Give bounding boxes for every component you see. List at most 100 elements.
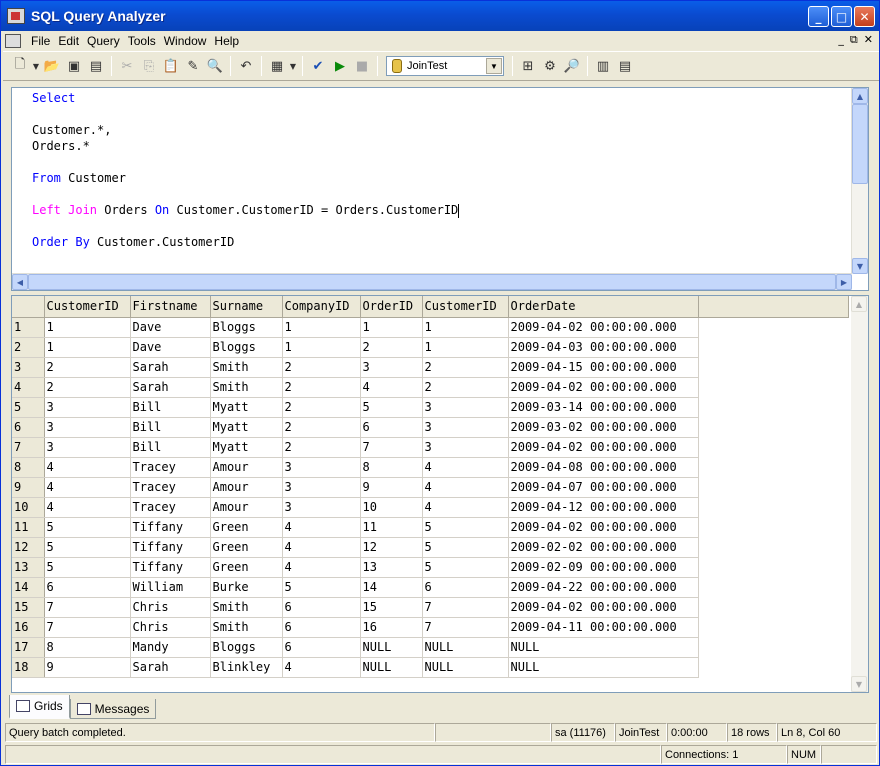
table-cell[interactable]: NULL xyxy=(508,657,699,678)
table-cell[interactable]: 3 xyxy=(44,397,131,418)
table-row[interactable]: 18 9 Sarah Blinkley 4 NULL NULL NULL xyxy=(12,657,848,678)
table-cell[interactable]: 2009-03-14 00:00:00.000 xyxy=(508,397,699,418)
table-cell[interactable]: 1 xyxy=(360,317,423,338)
row-header[interactable]: 16 xyxy=(12,617,45,638)
table-row[interactable]: 12 5 Tiffany Green 4 12 5 2009-02-02 00:00:00.0… xyxy=(12,537,848,558)
object-search-icon[interactable]: 🔎 xyxy=(561,55,583,77)
table-cell[interactable]: 3 xyxy=(422,437,509,458)
save-icon[interactable]: ▣ xyxy=(63,55,85,77)
table-cell[interactable]: 2009-04-02 00:00:00.000 xyxy=(508,377,699,398)
table-cell[interactable]: 5 xyxy=(422,537,509,558)
table-cell[interactable]: 6 xyxy=(360,417,423,438)
menu-file[interactable]: File xyxy=(27,34,54,48)
table-cell[interactable]: Bill xyxy=(130,397,211,418)
stop-icon[interactable]: ■ xyxy=(351,55,373,77)
scroll-left-icon[interactable]: ◀ xyxy=(12,274,28,290)
table-cell[interactable]: 5 xyxy=(44,537,131,558)
row-header[interactable]: 11 xyxy=(12,517,45,538)
table-row[interactable]: 10 4 Tracey Amour 3 10 4 2009-04-12 00:00:00.00… xyxy=(12,497,848,518)
row-header[interactable]: 18 xyxy=(12,657,45,678)
table-cell[interactable]: 2009-04-02 00:00:00.000 xyxy=(508,517,699,538)
column-header[interactable]: CustomerID xyxy=(422,296,509,318)
maximize-button[interactable]: □ xyxy=(831,6,852,27)
scroll-up-icon[interactable]: ▲ xyxy=(852,88,868,104)
row-header[interactable]: 15 xyxy=(12,597,45,618)
table-cell[interactable]: 14 xyxy=(360,577,423,598)
table-cell[interactable]: 7 xyxy=(422,617,509,638)
table-cell[interactable]: Bloggs xyxy=(210,337,283,358)
table-cell[interactable]: Tracey xyxy=(130,477,211,498)
table-cell[interactable]: 2009-04-02 00:00:00.000 xyxy=(508,437,699,458)
table-cell[interactable]: NULL xyxy=(422,657,509,678)
table-cell[interactable]: 6 xyxy=(282,597,361,618)
table-row[interactable]: 2 1 Dave Bloggs 1 2 1 2009-04-03 00:00:00.000 xyxy=(12,337,848,358)
table-cell[interactable]: 3 xyxy=(282,497,361,518)
table-cell[interactable]: Bill xyxy=(130,417,211,438)
table-cell[interactable]: 2009-04-02 00:00:00.000 xyxy=(508,317,699,338)
table-cell[interactable]: 2009-04-08 00:00:00.000 xyxy=(508,457,699,478)
table-cell[interactable]: Sarah xyxy=(130,377,211,398)
open-folder-icon[interactable]: 📂 xyxy=(41,55,63,77)
table-cell[interactable]: 15 xyxy=(360,597,423,618)
table-cell[interactable]: 2009-04-12 00:00:00.000 xyxy=(508,497,699,518)
execution-plan-icon[interactable]: ⊞ xyxy=(517,55,539,77)
table-cell[interactable]: 3 xyxy=(282,477,361,498)
table-cell[interactable]: Smith xyxy=(210,377,283,398)
row-header[interactable]: 6 xyxy=(12,417,45,438)
table-cell[interactable]: 5 xyxy=(44,517,131,538)
table-cell[interactable]: 2 xyxy=(44,377,131,398)
results-grid-icon[interactable]: ▦ xyxy=(266,55,288,77)
table-cell[interactable]: 2009-04-11 00:00:00.000 xyxy=(508,617,699,638)
table-cell[interactable]: 16 xyxy=(360,617,423,638)
table-cell[interactable]: 2 xyxy=(282,377,361,398)
table-cell[interactable]: 3 xyxy=(44,417,131,438)
menu-window[interactable]: Window xyxy=(160,34,211,48)
table-cell[interactable]: Amour xyxy=(210,457,283,478)
table-cell[interactable]: 4 xyxy=(44,477,131,498)
table-cell[interactable]: 4 xyxy=(282,517,361,538)
table-cell[interactable]: 2009-04-22 00:00:00.000 xyxy=(508,577,699,598)
query-editor[interactable]: Select Customer.*, Orders.* From Customer Le… xyxy=(11,87,869,291)
table-cell[interactable]: 3 xyxy=(282,457,361,478)
table-cell[interactable]: 4 xyxy=(422,457,509,478)
table-row[interactable]: 9 4 Tracey Amour 3 9 4 2009-04-07 00:00:00.000 xyxy=(12,477,848,498)
table-cell[interactable]: 1 xyxy=(422,317,509,338)
row-header[interactable]: 13 xyxy=(12,557,45,578)
table-row[interactable]: 8 4 Tracey Amour 3 8 4 2009-04-08 00:00:00.000 xyxy=(12,457,848,478)
table-cell[interactable]: Green xyxy=(210,517,283,538)
row-header[interactable]: 17 xyxy=(12,637,45,658)
row-header[interactable]: 2 xyxy=(12,337,45,358)
scroll-thumb[interactable] xyxy=(28,274,836,290)
table-cell[interactable]: 8 xyxy=(360,457,423,478)
table-cell[interactable]: 3 xyxy=(360,357,423,378)
minimize-button[interactable]: _ xyxy=(808,6,829,27)
table-cell[interactable]: 7 xyxy=(44,597,131,618)
index-tuning-icon[interactable]: ⚙ xyxy=(539,55,561,77)
scroll-down-icon[interactable]: ▼ xyxy=(852,258,868,274)
table-row[interactable]: 6 3 Bill Myatt 2 6 3 2009-03-02 00:00:00.000 xyxy=(12,417,848,438)
table-cell[interactable]: 2009-04-07 00:00:00.000 xyxy=(508,477,699,498)
table-cell[interactable]: William xyxy=(130,577,211,598)
table-cell[interactable]: 4 xyxy=(282,657,361,678)
table-row[interactable]: 11 5 Tiffany Green 4 11 5 2009-04-02 00:00:00.0… xyxy=(12,517,848,538)
table-cell[interactable]: 5 xyxy=(422,517,509,538)
row-header[interactable]: 12 xyxy=(12,537,45,558)
cut-icon[interactable]: ✂ xyxy=(116,55,138,77)
table-cell[interactable]: 4 xyxy=(282,537,361,558)
table-cell[interactable]: 9 xyxy=(360,477,423,498)
table-cell[interactable]: NULL xyxy=(508,637,699,658)
table-cell[interactable]: 2009-04-15 00:00:00.000 xyxy=(508,357,699,378)
copy-icon[interactable]: ⎘ xyxy=(138,55,160,77)
table-cell[interactable]: Myatt xyxy=(210,397,283,418)
scroll-thumb[interactable] xyxy=(852,104,868,184)
parse-check-icon[interactable]: ✔ xyxy=(307,55,329,77)
menu-query[interactable]: Query xyxy=(83,34,124,48)
table-cell[interactable]: 2 xyxy=(282,437,361,458)
table-cell[interactable]: Tracey xyxy=(130,497,211,518)
paste-icon[interactable]: 📋 xyxy=(160,55,182,77)
table-cell[interactable]: 2 xyxy=(282,417,361,438)
tab-grids[interactable]: Grids xyxy=(9,695,70,719)
table-cell[interactable]: NULL xyxy=(422,637,509,658)
tab-messages[interactable]: Messages xyxy=(69,699,157,719)
table-cell[interactable]: 11 xyxy=(360,517,423,538)
